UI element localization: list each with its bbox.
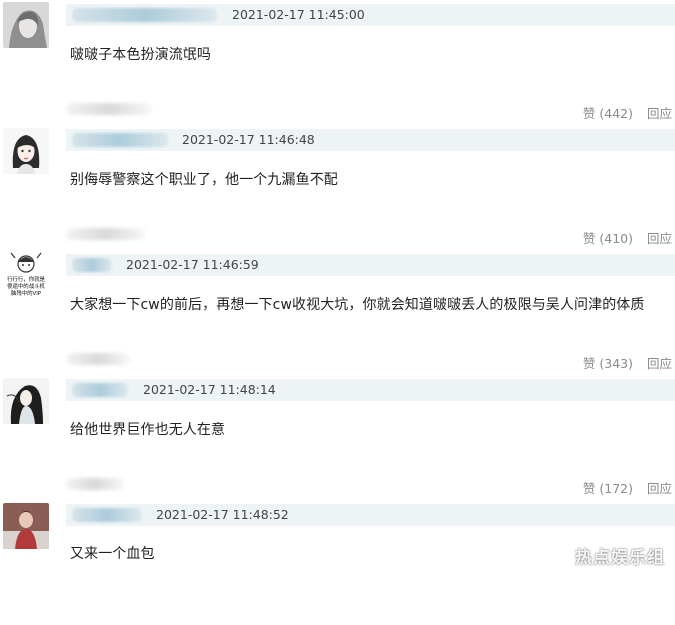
comment-item: 2021-02-17 11:48:52 又来一个血包 <box>0 500 675 625</box>
comment-timestamp: 2021-02-17 11:45:00 <box>232 7 365 22</box>
comment-timestamp: 2021-02-17 11:46:59 <box>126 257 259 272</box>
blurred-reply-preview <box>66 228 146 240</box>
comment-text: 别侮辱警察这个职业了，他一个九漏鱼不配 <box>70 172 338 188</box>
comment-meta-bar: 2021-02-17 11:48:14 <box>66 379 675 401</box>
user-avatar[interactable] <box>3 128 49 174</box>
comment-item: 2021-02-17 11:48:14 给他世界巨作也无人在意 赞 (172) … <box>0 375 675 500</box>
watermark: 热点娱乐组 <box>575 548 665 568</box>
comment-meta-bar: 2021-02-17 11:45:00 <box>66 4 675 26</box>
like-button[interactable]: 赞 (343) <box>583 353 633 372</box>
comment-text: 又来一个血包 <box>70 546 155 562</box>
username-blurred <box>72 8 217 22</box>
comment-text: 给他世界巨作也无人在意 <box>70 422 226 438</box>
svg-text:傻逼中的战斗机: 傻逼中的战斗机 <box>7 282 45 290</box>
like-button[interactable]: 赞 (410) <box>583 228 633 247</box>
svg-text:脑残中的VIP: 脑残中的VIP <box>11 289 42 297</box>
comment-timestamp: 2021-02-17 11:48:14 <box>143 382 276 397</box>
username-blurred <box>72 258 112 272</box>
comment-text: 大家想一下cw的前后，再想一下cw收视大坑，你就会知道啵啵丢人的极限与吴人问津的… <box>70 297 645 313</box>
comment-actions: 赞 (172) 回应 <box>583 478 672 497</box>
user-avatar[interactable] <box>3 503 49 549</box>
comment-timestamp: 2021-02-17 11:48:52 <box>156 507 289 522</box>
like-button[interactable]: 赞 (442) <box>583 103 633 122</box>
blurred-reply-preview <box>66 478 124 490</box>
comment-item: 行行行，你就是 傻逼中的战斗机 脑残中的VIP 2021-02-17 11:46… <box>0 250 675 375</box>
comment-actions: 赞 (442) 回应 <box>583 103 672 122</box>
like-button[interactable]: 赞 (172) <box>583 478 633 497</box>
comment-timestamp: 2021-02-17 11:46:48 <box>182 132 315 147</box>
user-avatar[interactable] <box>3 378 49 424</box>
reply-button[interactable]: 回应 <box>647 228 672 247</box>
comment-meta-bar: 2021-02-17 11:48:52 <box>66 504 675 526</box>
comment-actions: 赞 (343) 回应 <box>583 353 672 372</box>
blurred-reply-preview <box>66 353 130 365</box>
reply-button[interactable]: 回应 <box>647 103 672 122</box>
reply-button[interactable]: 回应 <box>647 353 672 372</box>
blurred-reply-preview <box>66 103 152 115</box>
user-avatar[interactable] <box>3 2 49 48</box>
comment-meta-bar: 2021-02-17 11:46:59 <box>66 254 675 276</box>
reply-button[interactable]: 回应 <box>647 478 672 497</box>
comment-meta-bar: 2021-02-17 11:46:48 <box>66 129 675 151</box>
comment-actions: 赞 (410) 回应 <box>583 228 672 247</box>
svg-text:行行行，你就是: 行行行，你就是 <box>7 275 45 283</box>
comment-item: 2021-02-17 11:45:00 啵啵子本色扮演流氓吗 赞 (442) 回… <box>0 0 675 125</box>
comment-text: 啵啵子本色扮演流氓吗 <box>70 47 211 63</box>
username-blurred <box>72 383 128 397</box>
username-blurred <box>72 133 168 147</box>
username-blurred <box>72 508 142 522</box>
comment-item: 2021-02-17 11:46:48 别侮辱警察这个职业了，他一个九漏鱼不配 … <box>0 125 675 250</box>
user-avatar[interactable]: 行行行，你就是 傻逼中的战斗机 脑残中的VIP <box>1 250 51 300</box>
